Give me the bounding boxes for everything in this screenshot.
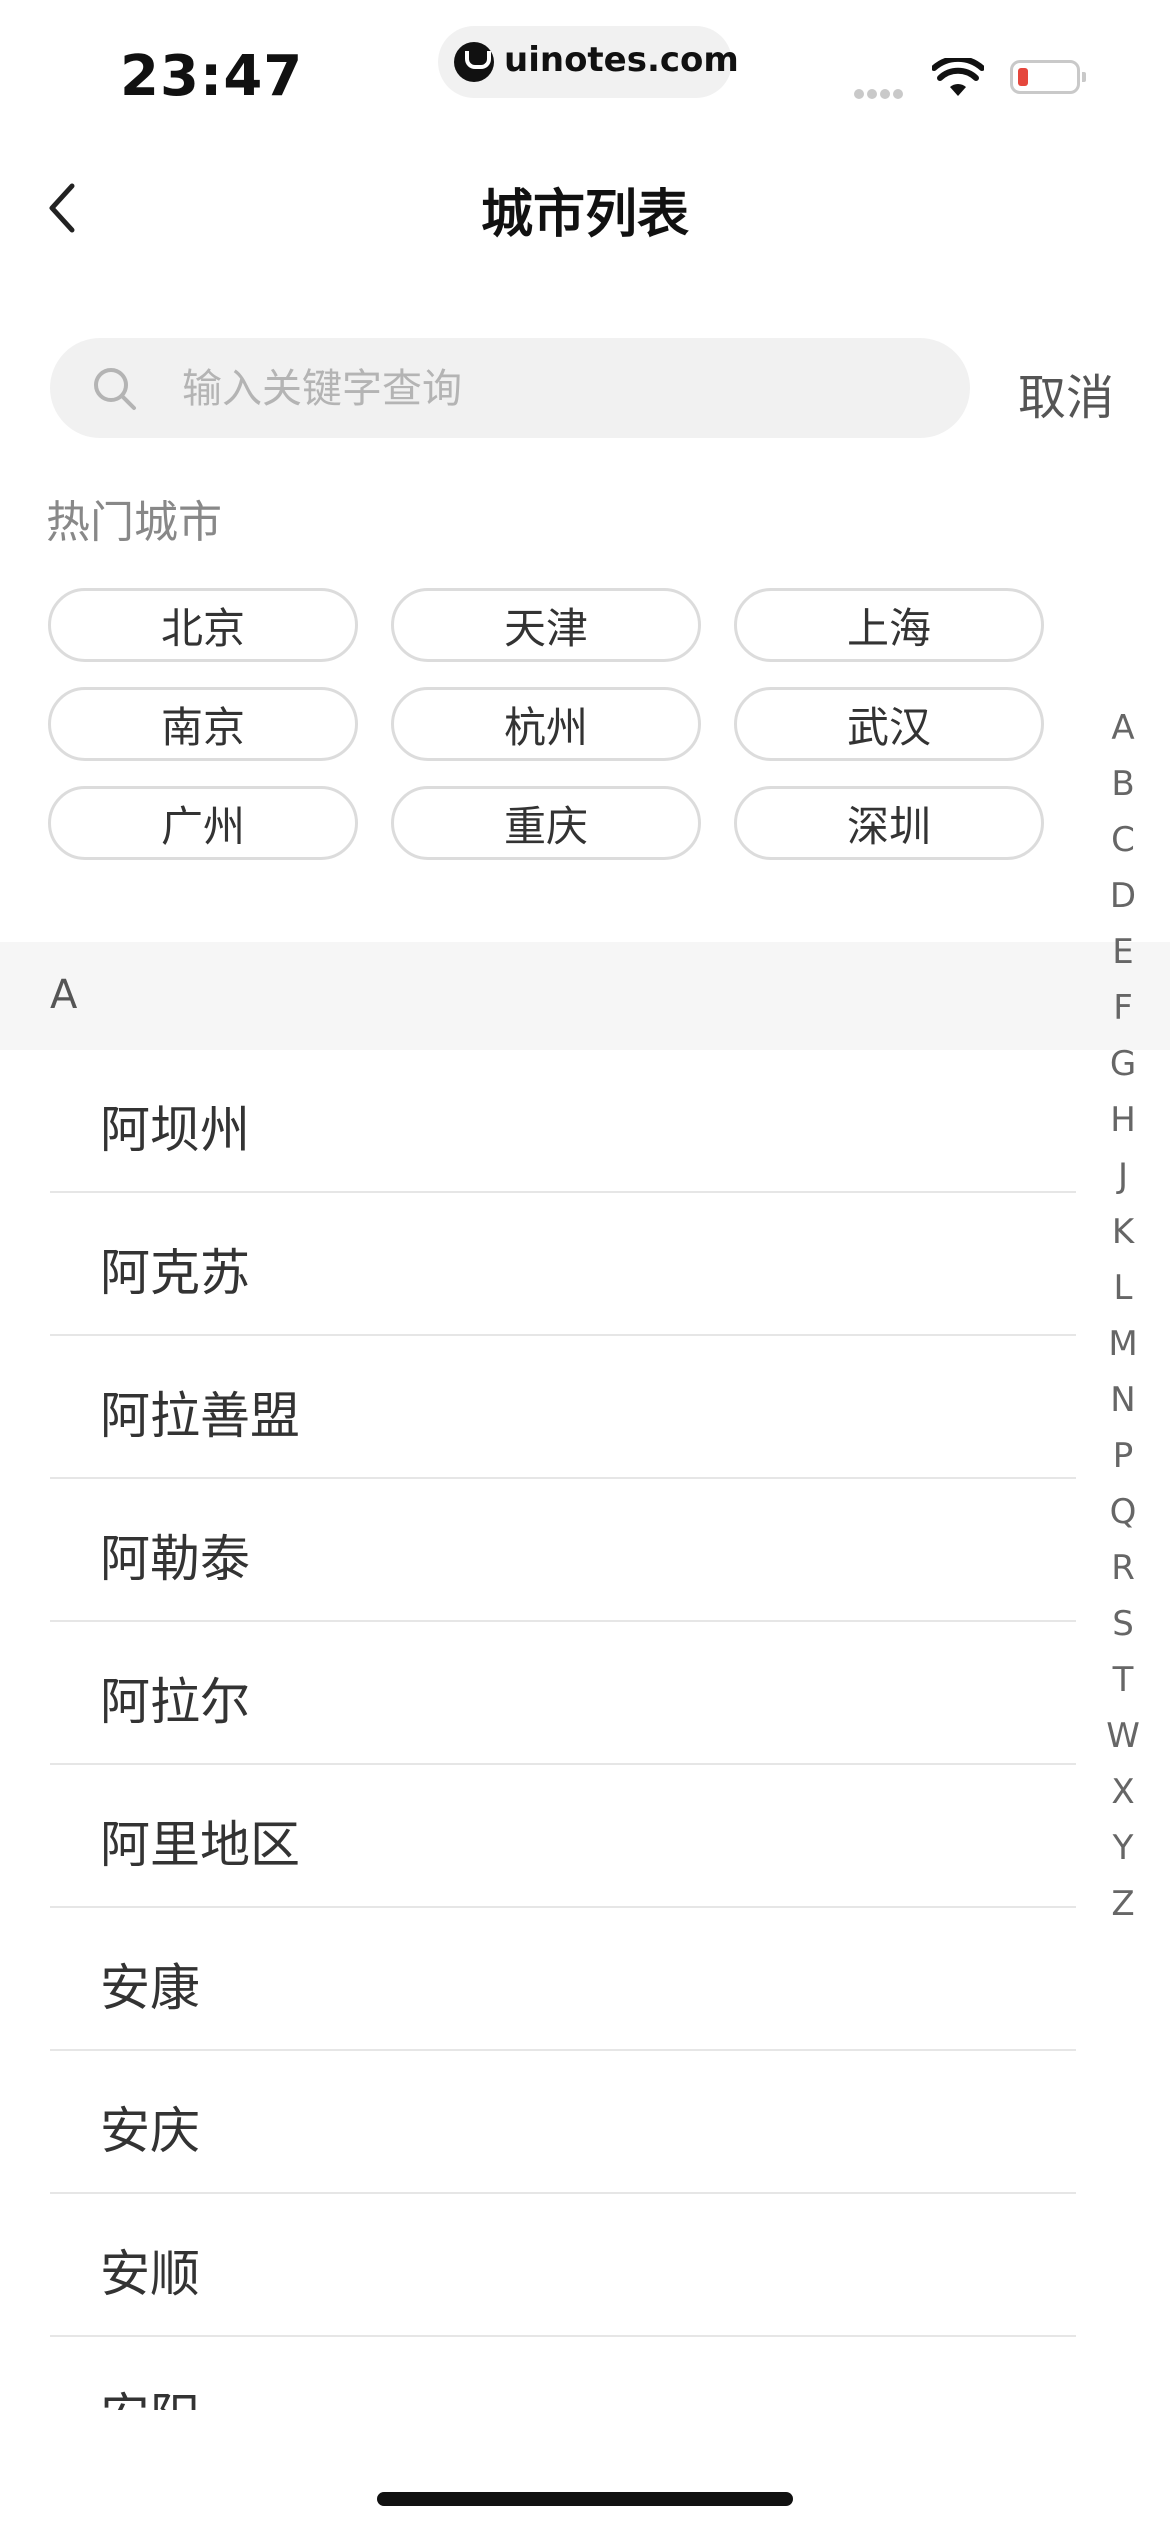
city-name: 阿克苏 <box>100 1244 250 1302</box>
city-name: 阿拉善盟 <box>100 1387 300 1445</box>
cancel-button[interactable]: 取消 <box>1018 358 1114 428</box>
index-letter[interactable]: X <box>1111 1764 1134 1820</box>
index-letter[interactable]: Y <box>1113 1820 1134 1876</box>
index-letter[interactable]: N <box>1110 1372 1135 1428</box>
index-letter[interactable]: W <box>1106 1708 1140 1764</box>
index-letter[interactable]: L <box>1114 1260 1133 1316</box>
hot-city-chip[interactable]: 杭州 <box>391 687 701 761</box>
city-list-item[interactable]: 安庆 <box>50 2051 1076 2194</box>
index-letter[interactable]: E <box>1112 924 1133 980</box>
index-letter[interactable]: B <box>1111 756 1134 812</box>
hot-city-chip[interactable]: 武汉 <box>734 687 1044 761</box>
hot-city-chip[interactable]: 天津 <box>391 588 701 662</box>
hot-cities-grid: 北京 天津 上海 南京 杭州 武汉 广州 重庆 深圳 <box>48 588 1048 860</box>
search-box[interactable] <box>50 338 970 440</box>
search-icon <box>94 368 136 410</box>
status-time: 23:47 <box>120 44 304 109</box>
index-letter[interactable]: S <box>1112 1596 1134 1652</box>
index-letter[interactable]: D <box>1110 868 1136 924</box>
section-header: A <box>0 942 1170 1050</box>
alphabet-index: A B C D E F G H J K L M N P Q R S T W X … <box>1106 700 1140 1932</box>
index-letter[interactable]: G <box>1110 1036 1136 1092</box>
index-letter[interactable]: J <box>1118 1148 1128 1204</box>
status-bar: 23:47 uinotes.com <box>0 0 1170 130</box>
wifi-icon <box>932 58 984 96</box>
url-pill[interactable]: uinotes.com <box>438 26 739 98</box>
hot-city-chip[interactable]: 重庆 <box>391 786 701 860</box>
site-logo-icon <box>454 42 494 82</box>
index-letter[interactable]: F <box>1113 980 1133 1036</box>
battery-icon <box>1010 60 1086 94</box>
city-name: 安顺 <box>100 2245 200 2303</box>
city-name: 阿坝州 <box>100 1101 250 1159</box>
home-indicator <box>377 2492 793 2506</box>
hot-city-chip[interactable]: 深圳 <box>734 786 1044 860</box>
index-letter[interactable]: C <box>1111 812 1135 868</box>
index-letter[interactable]: K <box>1112 1204 1134 1260</box>
city-list: 阿坝州 阿克苏 阿拉善盟 阿勒泰 阿拉尔 阿里地区 安康 安庆 安顺 安阳 <box>0 1050 1170 2410</box>
city-list-item[interactable]: 阿拉尔 <box>50 1622 1076 1765</box>
index-letter[interactable]: Q <box>1110 1484 1137 1540</box>
city-name: 阿勒泰 <box>100 1530 250 1588</box>
url-text: uinotes.com <box>504 40 739 80</box>
index-letter[interactable]: R <box>1111 1540 1135 1596</box>
nav-bar: 城市列表 <box>0 160 1170 250</box>
city-list-item[interactable]: 安阳 <box>50 2337 1076 2410</box>
index-letter[interactable]: H <box>1110 1092 1136 1148</box>
city-list-item[interactable]: 阿克苏 <box>50 1193 1076 1336</box>
city-name: 阿拉尔 <box>100 1673 250 1731</box>
city-list-item[interactable]: 阿勒泰 <box>50 1479 1076 1622</box>
cellular-signal-icon <box>854 84 906 103</box>
hot-city-chip[interactable]: 北京 <box>48 588 358 662</box>
hot-city-chip[interactable]: 广州 <box>48 786 358 860</box>
search-input[interactable] <box>180 338 944 440</box>
city-name: 阿里地区 <box>100 1816 300 1874</box>
city-list-item[interactable]: 阿坝州 <box>50 1050 1076 1193</box>
city-name: 安阳 <box>100 2377 200 2410</box>
index-letter[interactable]: Z <box>1111 1876 1134 1932</box>
city-list-item[interactable]: 阿里地区 <box>50 1765 1076 1908</box>
city-list-item[interactable]: 安顺 <box>50 2194 1076 2337</box>
hot-city-chip[interactable]: 南京 <box>48 687 358 761</box>
city-list-item[interactable]: 阿拉善盟 <box>50 1336 1076 1479</box>
city-name: 安庆 <box>100 2102 200 2160</box>
city-list-item[interactable]: 安康 <box>50 1908 1076 2051</box>
section-letter: A <box>50 972 78 1018</box>
city-name: 安康 <box>100 1959 200 2017</box>
index-letter[interactable]: M <box>1108 1316 1137 1372</box>
page-title: 城市列表 <box>480 185 689 245</box>
index-letter[interactable]: T <box>1113 1652 1134 1708</box>
index-letter[interactable]: P <box>1113 1428 1134 1484</box>
hot-cities-label: 热门城市 <box>46 497 222 548</box>
hot-city-chip[interactable]: 上海 <box>734 588 1044 662</box>
index-letter[interactable]: A <box>1111 700 1134 756</box>
